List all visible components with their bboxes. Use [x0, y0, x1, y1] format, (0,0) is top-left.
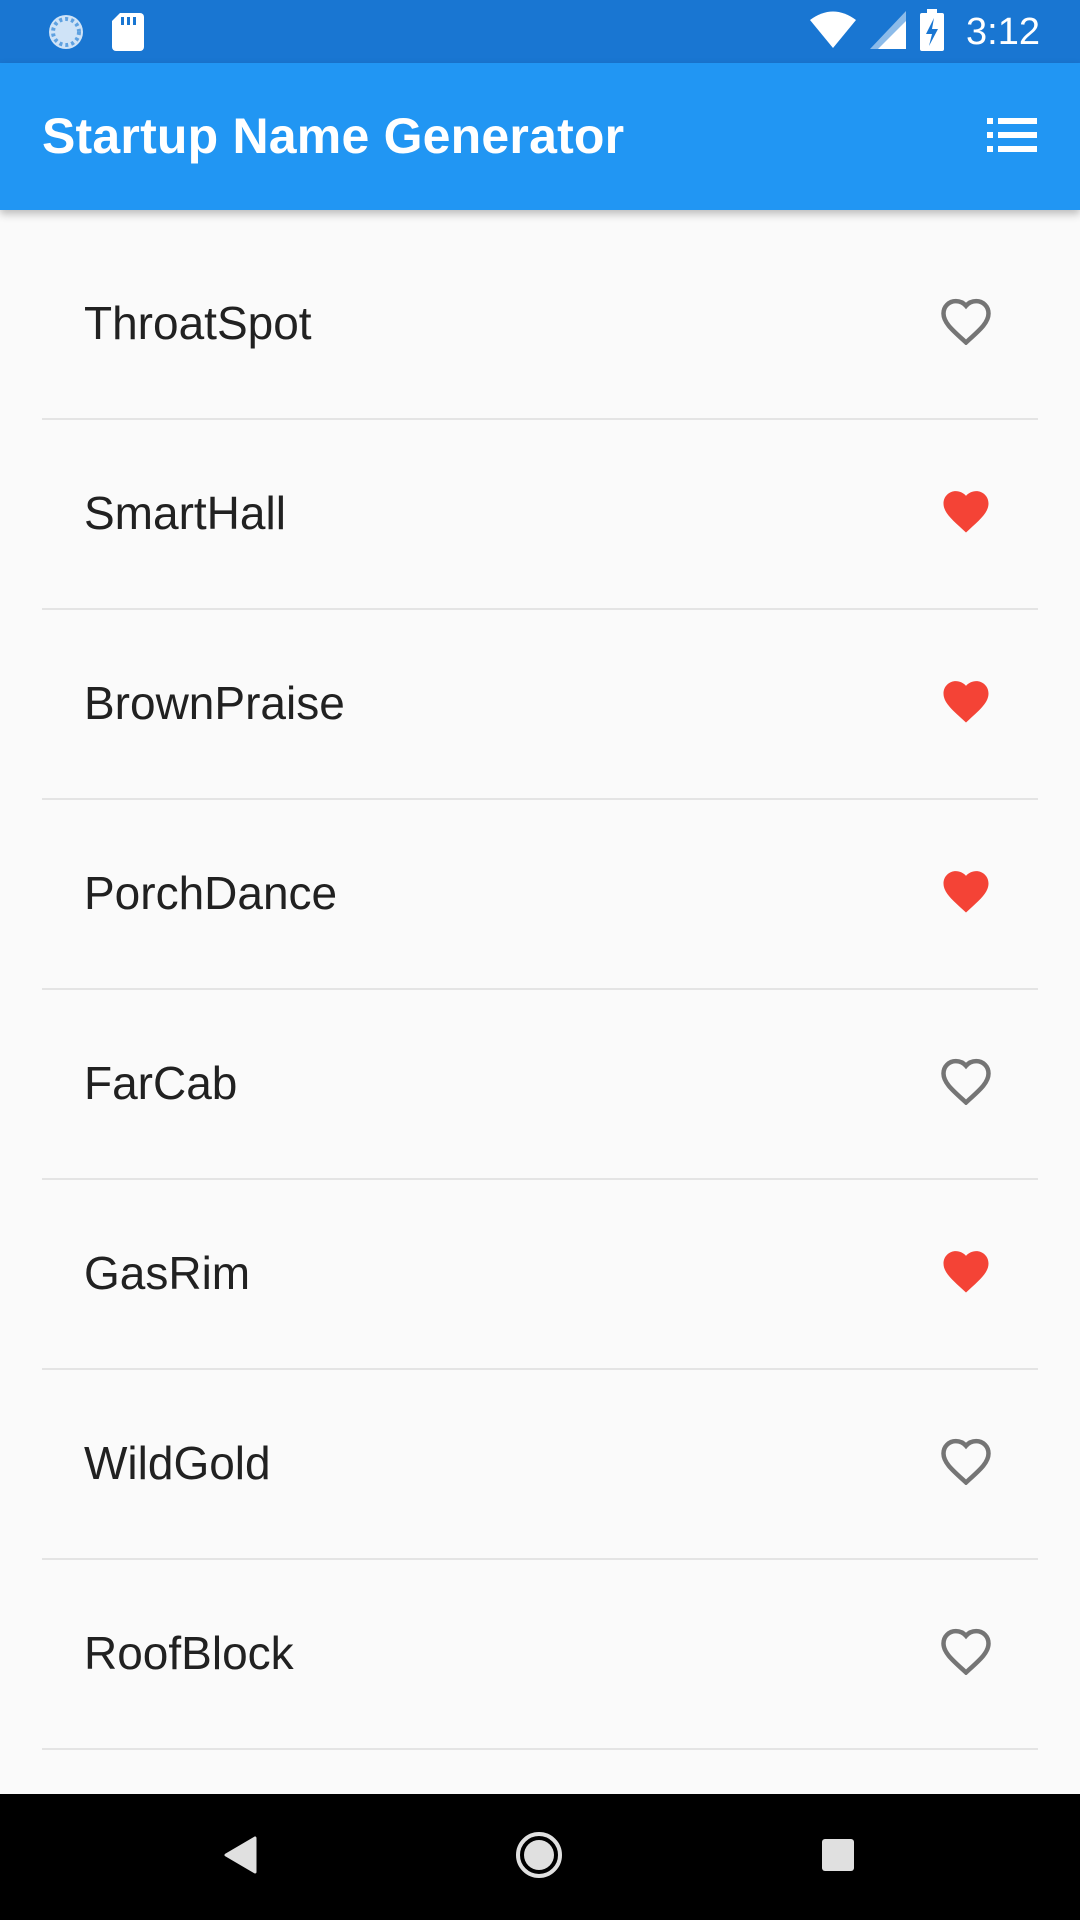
favorite-button[interactable] — [934, 290, 998, 354]
back-icon — [223, 1836, 257, 1879]
favorite-button[interactable] — [934, 480, 998, 544]
heart-outline-icon — [939, 1435, 993, 1490]
list-item[interactable]: BrownPraise — [42, 610, 1038, 800]
item-label: FarCab — [84, 1057, 238, 1109]
item-label: GasRim — [84, 1247, 251, 1299]
app-title: Startup Name Generator — [42, 108, 625, 164]
favorite-button[interactable] — [934, 1050, 998, 1114]
wifi-icon — [810, 11, 857, 54]
item-label: WildGold — [84, 1437, 271, 1489]
list-item[interactable]: FarCab — [42, 990, 1038, 1180]
item-label: PorchDance — [84, 867, 338, 919]
heart-filled-icon — [939, 865, 993, 920]
list-item[interactable]: ThroatSpot — [42, 210, 1038, 420]
home-button[interactable] — [509, 1827, 569, 1887]
status-bar: 3:12 — [0, 0, 1080, 63]
home-icon — [514, 1830, 564, 1885]
heart-filled-icon — [939, 1245, 993, 1300]
recents-button[interactable] — [808, 1827, 868, 1887]
startup-name-list: ThroatSpot SmartHall BrownPraise PorchDa… — [0, 210, 1080, 1750]
heart-filled-icon — [939, 675, 993, 730]
list-item[interactable]: PorchDance — [42, 800, 1038, 990]
status-left-icons — [46, 12, 144, 57]
item-label: ThroatSpot — [84, 297, 312, 349]
favorite-button[interactable] — [934, 1240, 998, 1304]
app-bar: Startup Name Generator — [0, 63, 1080, 210]
cell-signal-icon — [870, 10, 907, 54]
list-item[interactable]: RoofBlock — [42, 1560, 1038, 1750]
item-label: BrownPraise — [84, 677, 345, 729]
saved-list-icon — [987, 117, 1037, 157]
heart-outline-icon — [939, 1625, 993, 1680]
recents-icon — [821, 1838, 855, 1877]
sd-card-icon — [112, 13, 144, 56]
list-item[interactable]: GasRim — [42, 1180, 1038, 1370]
list-item[interactable]: WildGold — [42, 1370, 1038, 1560]
navigation-bar — [0, 1794, 1080, 1920]
item-label: RoofBlock — [84, 1627, 294, 1679]
item-label: SmartHall — [84, 487, 286, 539]
favorite-button[interactable] — [934, 670, 998, 734]
battery-charging-icon — [920, 8, 945, 56]
heart-filled-icon — [939, 485, 993, 540]
status-time: 3:12 — [966, 10, 1040, 53]
saved-list-button[interactable] — [982, 107, 1042, 167]
status-right-icons: 3:12 — [810, 8, 1040, 56]
heart-outline-icon — [939, 1055, 993, 1110]
sync-icon — [46, 12, 86, 57]
favorite-button[interactable] — [934, 1430, 998, 1494]
heart-outline-icon — [939, 295, 993, 350]
favorite-button[interactable] — [934, 1620, 998, 1684]
back-button[interactable] — [210, 1827, 270, 1887]
favorite-button[interactable] — [934, 860, 998, 924]
list-item[interactable]: SmartHall — [42, 420, 1038, 610]
